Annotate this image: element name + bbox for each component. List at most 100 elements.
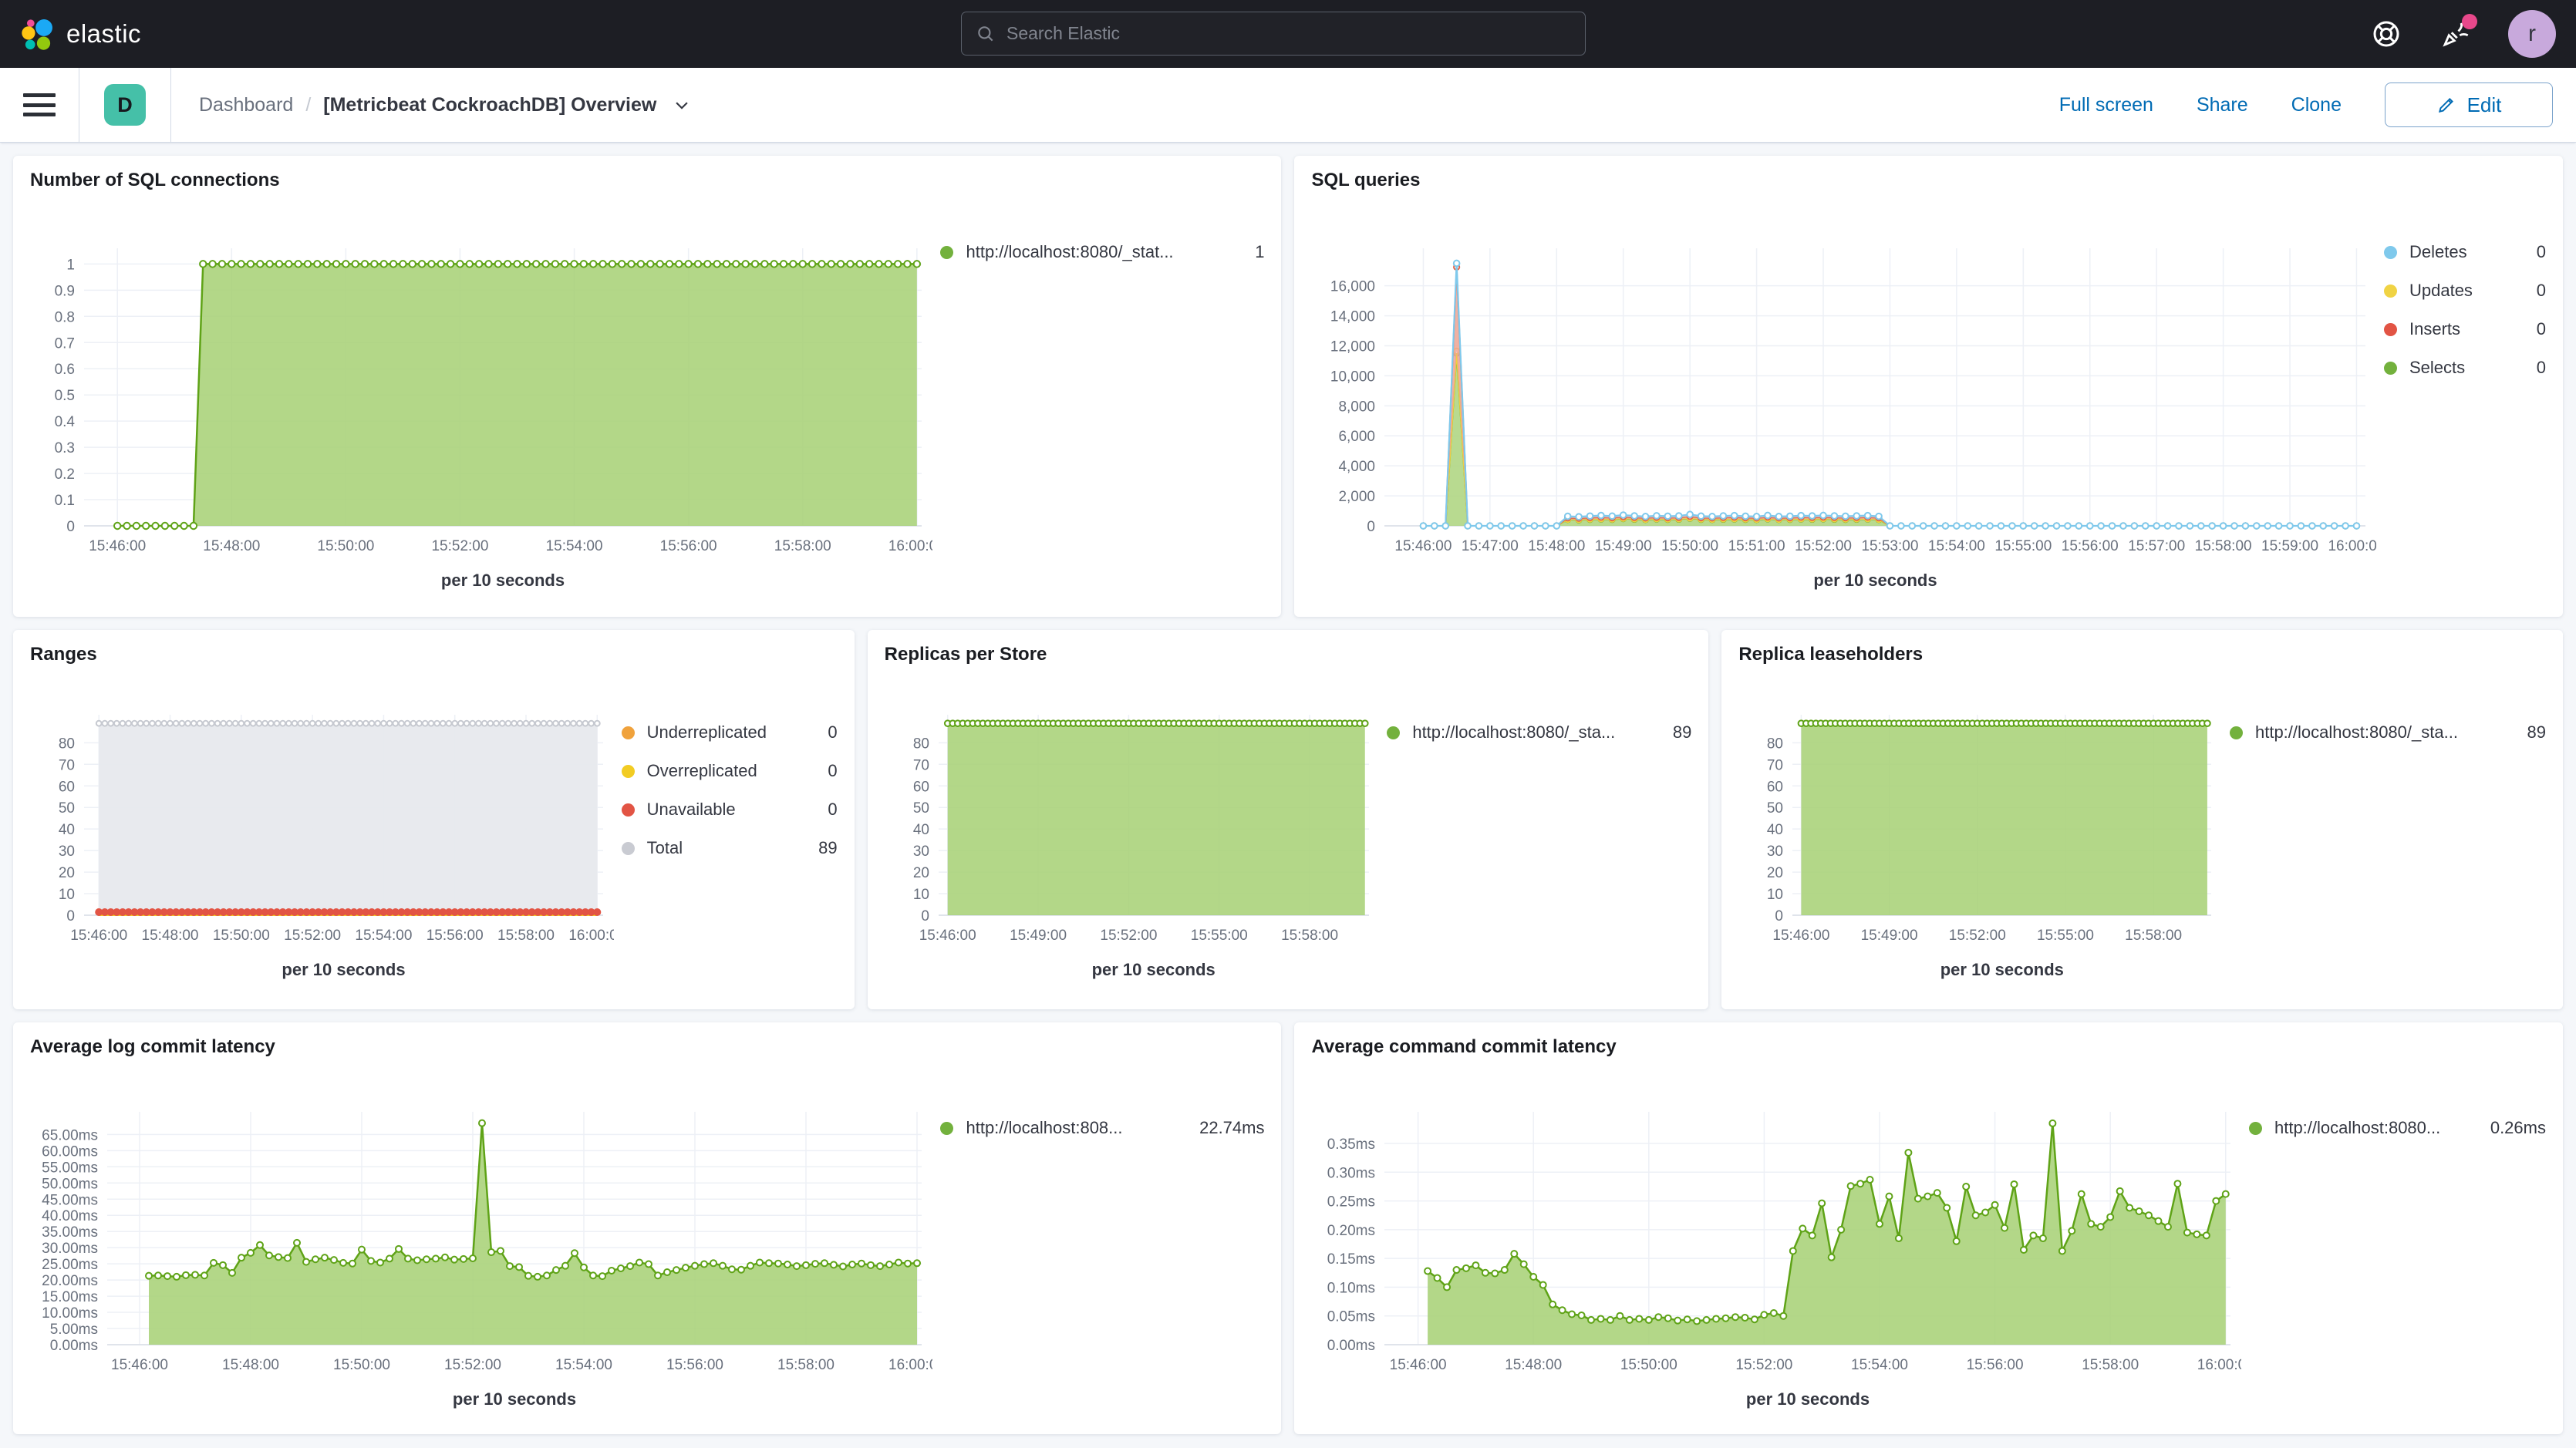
legend-value: 89 <box>818 838 837 858</box>
space-avatar[interactable]: D <box>104 84 146 126</box>
svg-text:16:00:00: 16:00:00 <box>2197 1357 2241 1373</box>
svg-text:0: 0 <box>1367 519 1376 535</box>
legend-label: http://localhost:8080/_sta... <box>2255 722 2515 743</box>
legend-color-dot <box>2384 323 2397 336</box>
svg-text:16:00:00: 16:00:00 <box>2328 538 2377 554</box>
svg-text:10: 10 <box>59 887 75 903</box>
svg-text:25.00ms: 25.00ms <box>42 1257 98 1273</box>
legend-item[interactable]: Total89 <box>622 838 838 858</box>
legend-item[interactable]: Deletes0 <box>2384 242 2546 262</box>
panel-sql-queries[interactable]: SQL queries 15:46:0015:47:0015:48:0015:4… <box>1294 156 2563 617</box>
legend-color-dot <box>622 842 635 855</box>
svg-text:50: 50 <box>1767 800 1783 817</box>
svg-text:15:58:00: 15:58:00 <box>2195 538 2252 554</box>
svg-text:15:50:00: 15:50:00 <box>1662 538 1719 554</box>
legend-item[interactable]: Selects0 <box>2384 358 2546 378</box>
dashboard-grid: Number of SQL connections 15:46:0015:48:… <box>13 156 2563 1434</box>
svg-text:70: 70 <box>1767 757 1783 773</box>
x-axis-caption: per 10 seconds <box>107 1389 922 1409</box>
chart-plot[interactable]: 15:46:0015:48:0015:50:0015:52:0015:54:00… <box>30 705 614 951</box>
legend-item[interactable]: Overreplicated0 <box>622 761 838 781</box>
clone-button[interactable]: Clone <box>2291 94 2342 116</box>
panel-replicas-per-store[interactable]: Replicas per Store 15:46:0015:49:0015:52… <box>868 630 1709 1009</box>
legend-item[interactable]: Underreplicated0 <box>622 722 838 743</box>
svg-text:20: 20 <box>1767 865 1783 881</box>
chart-plot[interactable]: 15:46:0015:48:0015:50:0015:52:0015:54:00… <box>1311 1103 2241 1380</box>
panel-avg-log-commit-latency[interactable]: Average log commit latency 15:46:0015:48… <box>13 1022 1281 1434</box>
legend-value: 0 <box>2537 281 2546 301</box>
breadcrumb-separator: / <box>305 94 311 116</box>
svg-text:15:48:00: 15:48:00 <box>222 1357 279 1373</box>
legend-label: Deletes <box>2409 242 2524 262</box>
dashboard-toolbar: D Dashboard / [Metricbeat CockroachDB] O… <box>0 68 2576 143</box>
chart-plot[interactable]: 15:46:0015:48:0015:50:0015:52:0015:54:00… <box>30 239 932 561</box>
panel-sql-connections[interactable]: Number of SQL connections 15:46:0015:48:… <box>13 156 1281 617</box>
space-initial: D <box>117 93 133 117</box>
chart-canvas: 15:46:0015:48:0015:50:0015:52:0015:54:00… <box>30 239 932 561</box>
breadcrumb-dashboard[interactable]: Dashboard <box>199 94 293 116</box>
menu-icon[interactable] <box>23 93 56 116</box>
svg-text:15:58:00: 15:58:00 <box>777 1357 835 1373</box>
edit-button[interactable]: Edit <box>2385 83 2553 127</box>
svg-text:15:46:00: 15:46:00 <box>70 928 127 944</box>
svg-text:20: 20 <box>913 865 929 881</box>
svg-text:15:57:00: 15:57:00 <box>2129 538 2186 554</box>
chart-canvas: 15:46:0015:49:0015:52:0015:55:0015:58:00… <box>885 705 1380 951</box>
svg-text:15:49:00: 15:49:00 <box>1595 538 1652 554</box>
chevron-down-icon[interactable] <box>673 96 690 113</box>
legend-label: Underreplicated <box>647 722 816 743</box>
legend-item[interactable]: http://localhost:8080...0.26ms <box>2249 1118 2546 1138</box>
svg-text:40: 40 <box>59 822 75 838</box>
legend-item[interactable]: http://localhost:8080/_stat...1 <box>940 242 1264 262</box>
full-screen-button[interactable]: Full screen <box>2059 94 2153 116</box>
global-search[interactable]: Search Elastic <box>961 12 1586 56</box>
chart-plot[interactable]: 15:46:0015:49:0015:52:0015:55:0015:58:00… <box>885 705 1380 951</box>
svg-text:30: 30 <box>1767 844 1783 860</box>
svg-text:0.05ms: 0.05ms <box>1327 1309 1375 1325</box>
x-axis-caption: per 10 seconds <box>1792 960 2211 980</box>
newsfeed-icon[interactable] <box>2439 17 2473 51</box>
svg-text:60: 60 <box>59 779 75 795</box>
panel-replica-leaseholders[interactable]: Replica leaseholders 15:46:0015:49:0015:… <box>1721 630 2563 1009</box>
legend-color-dot <box>940 1122 953 1135</box>
svg-text:15:52:00: 15:52:00 <box>1795 538 1853 554</box>
legend-item[interactable]: Updates0 <box>2384 281 2546 301</box>
svg-text:15:50:00: 15:50:00 <box>333 1357 390 1373</box>
svg-text:15:54:00: 15:54:00 <box>555 1357 612 1373</box>
svg-text:0.35ms: 0.35ms <box>1327 1137 1375 1153</box>
share-button[interactable]: Share <box>2197 94 2248 116</box>
help-icon[interactable] <box>2369 17 2403 51</box>
legend-item[interactable]: http://localhost:808...22.74ms <box>940 1118 1264 1138</box>
legend-item[interactable]: Inserts0 <box>2384 319 2546 339</box>
svg-text:5.00ms: 5.00ms <box>50 1322 98 1338</box>
panel-ranges[interactable]: Ranges 15:46:0015:48:0015:50:0015:52:001… <box>13 630 855 1009</box>
app-header: elastic Search Elastic r <box>0 0 2576 68</box>
plot-column: 15:46:0015:48:0015:50:0015:52:0015:54:00… <box>1311 1061 2241 1425</box>
chart-plot[interactable]: 15:46:0015:47:0015:48:0015:49:0015:50:00… <box>1311 239 2376 561</box>
chart-canvas: 15:46:0015:49:0015:52:0015:55:0015:58:00… <box>1738 705 2222 951</box>
panel-avg-command-commit-latency[interactable]: Average command commit latency 15:46:001… <box>1294 1022 2563 1434</box>
legend-label: Overreplicated <box>647 761 816 781</box>
svg-text:6,000: 6,000 <box>1339 429 1376 445</box>
svg-text:15:58:00: 15:58:00 <box>2082 1357 2139 1373</box>
panel-title: Replicas per Store <box>885 644 1692 668</box>
svg-text:15:53:00: 15:53:00 <box>1862 538 1919 554</box>
legend-color-dot <box>940 246 953 259</box>
svg-text:30.00ms: 30.00ms <box>42 1241 98 1257</box>
svg-text:0.3: 0.3 <box>55 440 75 456</box>
legend-item[interactable]: http://localhost:8080/_sta...89 <box>1387 722 1691 743</box>
legend-color-dot <box>2384 362 2397 375</box>
elastic-logo[interactable]: elastic <box>20 16 141 52</box>
chart-plot[interactable]: 15:46:0015:49:0015:52:0015:55:0015:58:00… <box>1738 705 2222 951</box>
legend-item[interactable]: http://localhost:8080/_sta...89 <box>2230 722 2546 743</box>
brand-name: elastic <box>66 19 141 49</box>
chart-row: 15:46:0015:48:0015:50:0015:52:0015:54:00… <box>1311 1061 2546 1425</box>
svg-text:0.25ms: 0.25ms <box>1327 1194 1375 1211</box>
chart-legend: http://localhost:8080/_sta...89 <box>2222 668 2546 1000</box>
svg-text:10: 10 <box>913 887 929 903</box>
notification-dot <box>2462 14 2477 29</box>
legend-item[interactable]: Unavailable0 <box>622 800 838 820</box>
chart-plot[interactable]: 15:46:0015:48:0015:50:0015:52:0015:54:00… <box>30 1103 932 1380</box>
user-avatar[interactable]: r <box>2508 10 2556 58</box>
svg-text:60.00ms: 60.00ms <box>42 1143 98 1160</box>
